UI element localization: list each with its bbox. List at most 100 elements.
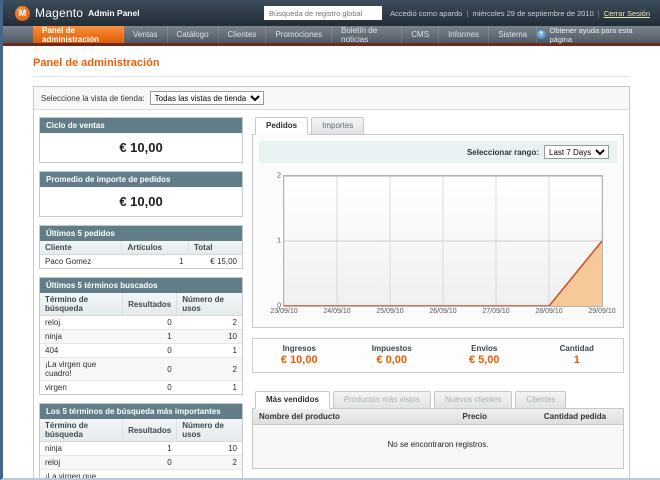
table-cell: 0 <box>123 316 177 330</box>
help-icon: ? <box>537 30 545 39</box>
grid-column-header: Precio <box>457 409 538 425</box>
orders-chart: 01223/09/1024/09/1025/09/1026/09/1027/09… <box>263 169 613 323</box>
table-cell: ¡La virgen que cuadro! <box>40 358 123 381</box>
table-cell: ¡La virgen que cuadro! <box>40 470 123 480</box>
last-search-terms-widget: Últimos 5 términos buscados Término de b… <box>39 277 243 395</box>
table-cell: ninja <box>40 442 123 456</box>
table-row: 40401 <box>40 344 242 358</box>
last-orders-widget: Últimos 5 pedidos ClienteArtículosTotalP… <box>39 225 243 269</box>
total-envios: Envíos€ 5,00 <box>438 344 531 366</box>
totals-bar: Ingresos€ 10,00Impuestos€ 0,00Envíos€ 5,… <box>252 338 624 373</box>
grid-empty-row: No se encontraron registros. <box>253 425 623 469</box>
widget-title: Ciclo de ventas <box>40 118 242 133</box>
logged-in-as: Accedió como apardo <box>390 9 463 18</box>
global-search-input[interactable] <box>264 6 382 20</box>
total-label: Cantidad <box>531 344 624 353</box>
nav-item-catalogo[interactable]: Catálogo <box>168 26 219 43</box>
nav-item-panel-de-administracion[interactable]: Panel de administración <box>33 26 124 43</box>
total-label: Impuestos <box>346 344 439 353</box>
table-cell: 1 <box>177 344 242 358</box>
column-header: Número de usos <box>177 419 242 442</box>
y-axis-tick: 1 <box>277 238 281 245</box>
y-axis-tick: 2 <box>277 173 281 180</box>
last-search-terms-table: Término de búsquedaResultadosNúmero de u… <box>40 293 242 394</box>
nav-help[interactable]: ? Obtener ayuda para esta página <box>537 26 650 43</box>
total-value: 1 <box>531 354 624 366</box>
nav-item-boletin-de-noticias[interactable]: Boletín de noticias <box>332 26 402 43</box>
table-cell: 10 <box>177 330 242 344</box>
tab-productos-mas-vistos: Productos más vistos <box>333 391 431 409</box>
nav-item-sistema[interactable]: Sistema <box>489 26 537 43</box>
widget-title: Últimos 5 pedidos <box>40 226 242 241</box>
table-cell: 0 <box>123 456 177 470</box>
column-header: Cliente <box>40 241 122 255</box>
range-bar: Seleccionar rango: Last 7 Days <box>259 141 617 163</box>
products-grid: Nombre del productoPrecioCantidad pedida… <box>253 409 623 468</box>
table-cell: 2 <box>177 470 242 480</box>
table-row: virgen01 <box>40 381 242 395</box>
bottom-tabs: Más vendidosProductos más vistosNuevos c… <box>255 391 624 408</box>
orders-chart-plot: 01223/09/1024/09/1025/09/1026/09/1027/09… <box>283 175 603 307</box>
column-header: Resultados <box>123 419 177 442</box>
table-row: reloj02 <box>40 316 242 330</box>
tab-importes[interactable]: Importes <box>311 117 364 135</box>
table-cell: reloj <box>40 316 123 330</box>
x-axis-tick: 29/09/10 <box>588 308 615 315</box>
table-cell: 0 <box>123 358 177 381</box>
left-column: Ciclo de ventas € 10,00 Promedio de impo… <box>39 117 243 480</box>
nav-item-ventas[interactable]: Ventas <box>124 26 167 43</box>
top-search-terms-widget: Los 5 términos de búsqueda más important… <box>39 403 243 480</box>
total-cantidad: Cantidad1 <box>531 344 624 366</box>
column-header: Resultados <box>123 293 177 316</box>
nav-item-clientes[interactable]: Clientes <box>219 26 267 43</box>
dashboard-column: PedidosImportes Seleccionar rango: Last … <box>252 117 624 480</box>
column-header: Artículos <box>122 241 189 255</box>
logo-subtitle: Admin Panel <box>88 8 139 18</box>
products-grid-panel: Nombre del productoPrecioCantidad pedida… <box>252 408 624 469</box>
table-row: ninja110 <box>40 330 242 344</box>
tab-mas-vendidos[interactable]: Más vendidos <box>255 391 330 409</box>
total-value: € 5,00 <box>438 354 531 366</box>
table-cell: 1 <box>123 330 177 344</box>
chart-tabs: PedidosImportes <box>255 117 624 134</box>
x-axis-tick: 24/09/10 <box>323 308 350 315</box>
header-meta: Accedió como apardo | miércoles 29 de se… <box>390 9 650 18</box>
store-view-select[interactable]: Todas las vistas de tienda <box>150 91 264 105</box>
separator: | <box>598 9 600 18</box>
store-view-bar: Seleccione la vista de tienda: Todas las… <box>34 87 629 110</box>
table-cell: 10 <box>177 442 242 456</box>
range-label: Seleccionar rango: <box>467 148 539 157</box>
top-header: M Magento Admin Panel Accedió como apard… <box>3 0 660 26</box>
top-search-terms-table: Término de búsquedaResultadosNúmero de u… <box>40 419 242 480</box>
total-label: Envíos <box>438 344 531 353</box>
orders-chart-svg <box>284 176 602 306</box>
main-nav: Panel de administraciónVentasCatálogoCli… <box>3 26 660 43</box>
table-cell: 2 <box>177 456 242 470</box>
column-header: Término de búsqueda <box>40 293 123 316</box>
tab-nuevos-clientes: Nuevos clientes <box>434 391 512 409</box>
table-row: ninja110 <box>40 442 242 456</box>
products-grid-header: Nombre del productoPrecioCantidad pedida <box>253 409 623 425</box>
table-cell: 0 <box>123 381 177 395</box>
nav-item-promociones[interactable]: Promociones <box>266 26 332 43</box>
logout-link[interactable]: Cerrar Sesión <box>604 9 650 18</box>
column-header: Total <box>189 241 243 255</box>
range-select[interactable]: Last 7 Days <box>544 145 609 159</box>
x-axis-tick: 28/09/10 <box>535 308 562 315</box>
current-date: miércoles 29 de septiembre de 2010 <box>472 9 593 18</box>
nav-item-cms[interactable]: CMS <box>402 26 439 43</box>
grid-column-header: Nombre del producto <box>253 409 457 425</box>
help-label: Obtener ayuda para esta página <box>550 26 651 44</box>
table-cell: 2 <box>177 358 242 381</box>
tab-pedidos[interactable]: Pedidos <box>255 117 308 135</box>
lifetime-sales-widget: Ciclo de ventas € 10,00 <box>39 117 243 163</box>
total-value: € 10,00 <box>253 354 346 366</box>
average-orders-widget: Promedio de importe de pedidos € 10,00 <box>39 171 243 217</box>
table-cell: € 15,00 <box>189 255 243 269</box>
table-cell: ninja <box>40 330 123 344</box>
column-header: Número de usos <box>177 293 242 316</box>
logo-title: Magento <box>35 6 83 20</box>
nav-item-informes[interactable]: Informes <box>439 26 489 43</box>
average-orders-value: € 10,00 <box>40 187 242 216</box>
tab-clientes: Clientes <box>515 391 566 409</box>
